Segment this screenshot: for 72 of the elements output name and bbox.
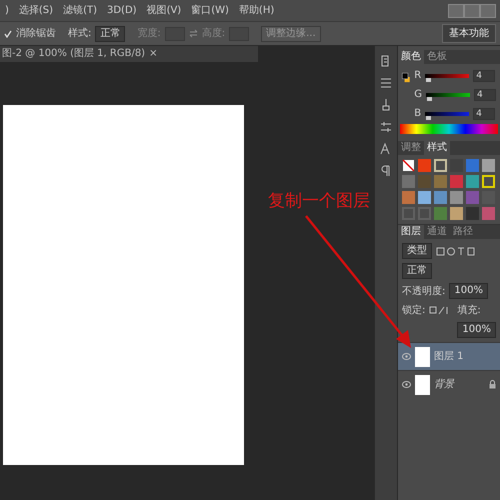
menu-item[interactable]: 视图(V) [142, 0, 186, 22]
slider-thumb[interactable] [426, 78, 431, 82]
panel-tab[interactable]: 颜色 [398, 50, 424, 64]
properties-icon[interactable] [379, 76, 393, 90]
style-swatch[interactable] [466, 175, 479, 188]
height-label: 高度: [202, 26, 226, 41]
color-spectrum[interactable] [400, 124, 498, 134]
lock-label: 锁定: [402, 304, 426, 318]
fill-label: 填充: [457, 304, 481, 318]
menu-item[interactable]: ) [0, 0, 14, 22]
panel-tab[interactable]: 色板 [424, 50, 450, 64]
visibility-icon[interactable] [402, 381, 411, 388]
style-swatch[interactable] [402, 175, 415, 188]
opacity-field[interactable]: 100% [449, 283, 488, 299]
channel-value-field[interactable]: 4 [473, 70, 496, 82]
layer-name[interactable]: 背景 [434, 377, 454, 392]
channel-label: R [414, 69, 422, 83]
style-swatch[interactable] [418, 159, 431, 172]
channel-value-field[interactable]: 4 [473, 108, 496, 120]
fill-field[interactable]: 100% [457, 322, 496, 338]
adjust-icon[interactable] [379, 120, 393, 134]
menu-item[interactable]: 选择(S) [14, 0, 58, 22]
style-swatch[interactable] [466, 207, 479, 220]
workspace-select[interactable]: 基本功能 [442, 24, 496, 43]
width-label: 宽度: [137, 26, 161, 41]
channel-value-field[interactable]: 4 [474, 88, 496, 100]
panel-tab[interactable]: 图层 [398, 225, 424, 239]
panel-tab[interactable]: 调整 [398, 141, 424, 155]
slider-thumb[interactable] [426, 116, 431, 120]
style-swatch[interactable] [450, 191, 463, 204]
panel-tab[interactable]: 路径 [450, 225, 476, 239]
antialias-checkbox[interactable]: 消除锯齿 [4, 26, 56, 41]
menu-item[interactable]: 滤镜(T) [58, 0, 102, 22]
style-swatch[interactable] [466, 159, 479, 172]
channel-label: G [414, 88, 422, 102]
no-style-icon[interactable] [402, 159, 415, 172]
visibility-icon[interactable] [402, 353, 411, 360]
document-tab-title[interactable]: 图-2 @ 100% (图层 1, RGB/8) [2, 46, 146, 62]
style-swatch[interactable] [482, 207, 495, 220]
style-swatch[interactable] [434, 175, 447, 188]
style-swatch[interactable] [482, 159, 495, 172]
style-swatch[interactable] [434, 191, 447, 204]
style-swatch[interactable] [450, 207, 463, 220]
menu-item[interactable]: 3D(D) [102, 0, 142, 22]
slider-thumb[interactable] [426, 96, 432, 100]
menu-item[interactable]: 帮助(H) [234, 0, 280, 22]
style-label: 样式: [68, 26, 92, 41]
layer-row[interactable]: 图层 1 [398, 342, 500, 370]
layer-filter-icons[interactable] [436, 246, 476, 256]
tab-close-button[interactable]: × [149, 46, 158, 62]
style-swatch[interactable] [466, 191, 479, 204]
filter-select[interactable]: 类型 [402, 243, 432, 259]
style-swatch[interactable] [418, 191, 431, 204]
opacity-label: 不透明度: [402, 284, 446, 298]
layer-thumbnail [415, 374, 430, 394]
annotation-text: 复制一个图层 [268, 190, 370, 213]
panel-tab[interactable]: 样式 [424, 141, 450, 155]
layer-name[interactable]: 图层 1 [434, 349, 464, 364]
layer-thumbnail [415, 346, 430, 366]
style-swatch[interactable] [402, 191, 415, 204]
panel-tab[interactable]: 通道 [424, 225, 450, 239]
style-swatch[interactable] [434, 159, 447, 172]
style-swatch[interactable] [450, 175, 463, 188]
checkbox-icon [4, 30, 12, 38]
style-select[interactable]: 正常 [95, 26, 126, 42]
swap-icon[interactable] [188, 29, 198, 38]
blend-mode-select[interactable]: 正常 [402, 263, 432, 279]
layer-row[interactable]: 背景 [398, 370, 500, 398]
menu-item[interactable]: 窗口(W) [186, 0, 234, 22]
style-swatch[interactable] [418, 175, 431, 188]
channel-label: B [414, 107, 422, 121]
style-swatch[interactable] [434, 207, 447, 220]
